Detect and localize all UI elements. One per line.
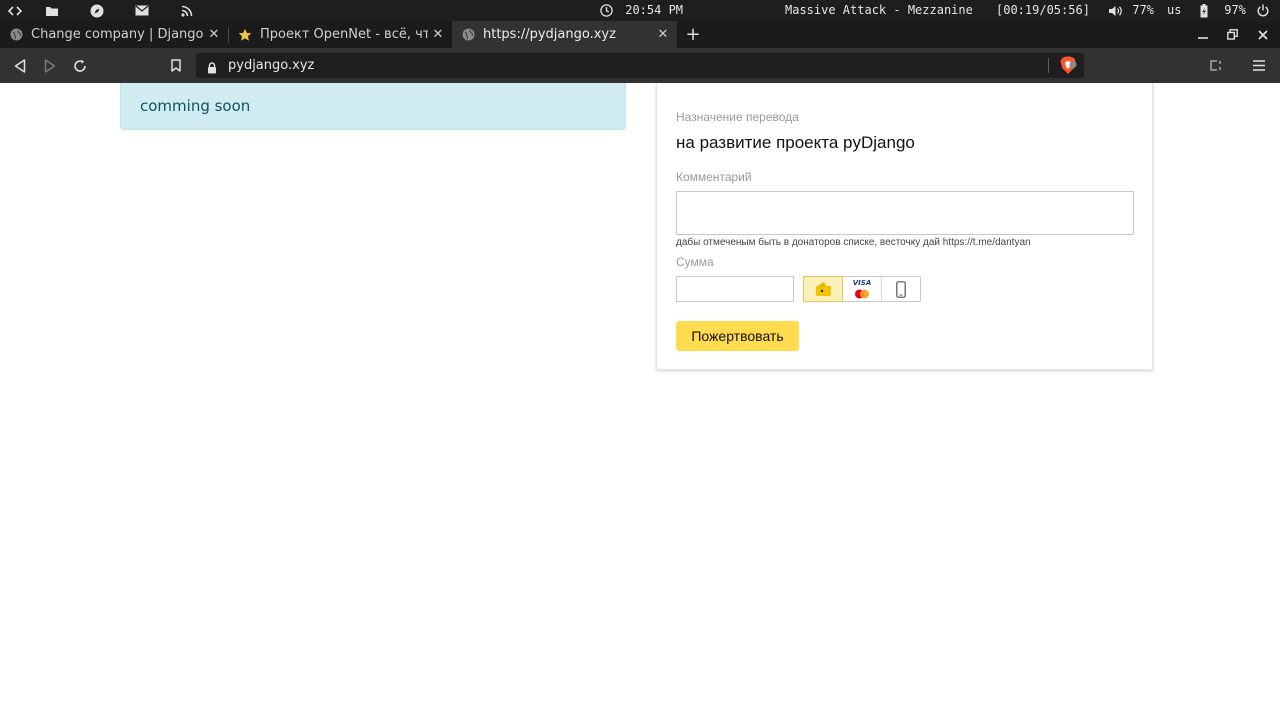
- clock-text: 20:54 PM: [625, 3, 684, 17]
- purpose-label: Назначение перевода: [676, 110, 799, 124]
- keyboard-layout-text[interactable]: us: [1167, 0, 1181, 21]
- close-tab-icon[interactable]: ✕: [428, 27, 448, 42]
- track-time-text: [00:19/05:56]: [996, 3, 1090, 17]
- speaker-icon: [1109, 5, 1122, 16]
- visa-logo: VISA: [852, 279, 872, 287]
- battery-widget[interactable]: 97%: [1200, 0, 1246, 21]
- payment-method-mobile[interactable]: [882, 277, 920, 301]
- alert-text: comming soon: [140, 97, 251, 115]
- system-top-bar: 20:54 PM Massive Attack - Mezzanine [00:…: [0, 0, 1280, 21]
- globe-icon: [9, 28, 23, 42]
- volume-text: 77%: [1132, 3, 1154, 17]
- card-brands: VISA: [853, 279, 871, 299]
- address-bar[interactable]: pydjango.xyz: [196, 53, 1084, 78]
- payment-method-selector: VISA: [803, 276, 921, 302]
- clock-widget[interactable]: 20:54 PM: [600, 0, 683, 21]
- close-tab-icon[interactable]: ✕: [204, 27, 224, 42]
- comment-label: Комментарий: [676, 170, 752, 184]
- extension-icon: [1210, 60, 1221, 71]
- payment-method-wallet[interactable]: [803, 276, 843, 302]
- now-playing-text[interactable]: Massive Attack - Mezzanine: [785, 0, 973, 21]
- close-icon: [1258, 29, 1268, 40]
- close-window-button[interactable]: [1248, 21, 1278, 48]
- extension-button[interactable]: [1204, 48, 1230, 83]
- close-tab-icon[interactable]: ✕: [653, 27, 673, 42]
- battery-charging-icon: [1200, 3, 1208, 17]
- tab-opennet[interactable]: Проект OpenNet - всё, что ✕: [229, 21, 452, 48]
- donate-button[interactable]: Пожертвовать: [676, 321, 799, 351]
- bookmark-button[interactable]: [163, 48, 189, 83]
- purpose-value: на развитие проекта pyDjango: [676, 133, 915, 152]
- tab-title: Проект OpenNet - всё, что: [260, 27, 428, 42]
- power-icon[interactable]: [1257, 0, 1269, 21]
- reload-icon: [74, 59, 86, 72]
- smartphone-icon: [896, 280, 906, 298]
- clock-icon: [600, 4, 613, 17]
- mastercard-logo: [854, 289, 869, 299]
- lock-icon[interactable]: [207, 59, 217, 78]
- tab-pydjango[interactable]: https://pydjango.xyz ✕: [452, 21, 677, 48]
- back-button[interactable]: [7, 48, 33, 83]
- restore-window-button[interactable]: [1217, 21, 1247, 48]
- mail-icon[interactable]: [135, 0, 149, 21]
- brave-shields-icon[interactable]: [1059, 56, 1077, 79]
- tab-change-company[interactable]: Change company | Django ✕: [0, 21, 228, 48]
- new-tab-button[interactable]: +: [682, 21, 704, 48]
- code-icon[interactable]: [8, 0, 22, 21]
- back-arrow-icon: [14, 58, 26, 73]
- address-bar-divider: [1048, 58, 1049, 73]
- minimize-window-button[interactable]: [1188, 21, 1218, 48]
- forward-button[interactable]: [37, 48, 63, 83]
- bookmark-icon: [171, 59, 181, 72]
- wallet-icon: [815, 282, 831, 296]
- menu-button[interactable]: [1246, 48, 1272, 83]
- url-text[interactable]: pydjango.xyz: [228, 53, 314, 78]
- forward-arrow-icon: [44, 58, 56, 73]
- tab-title: Change company | Django: [31, 27, 204, 42]
- restore-icon: [1226, 29, 1238, 40]
- coming-soon-alert: comming soon: [120, 83, 626, 130]
- comment-input[interactable]: [676, 191, 1134, 235]
- volume-widget[interactable]: 77%: [1108, 0, 1154, 21]
- donor-hint-text: дабы отмеченым быть в донаторов списке, …: [676, 237, 1031, 248]
- amount-label: Сумма: [676, 255, 714, 269]
- tab-title: https://pydjango.xyz: [483, 27, 616, 42]
- globe-icon: [461, 28, 475, 42]
- payment-method-card[interactable]: VISA: [843, 277, 882, 301]
- hamburger-menu-icon: [1253, 60, 1265, 71]
- compass-icon[interactable]: [90, 0, 104, 21]
- battery-text: 97%: [1224, 3, 1246, 17]
- minimize-icon: [1198, 36, 1208, 39]
- donation-form-card: Назначение перевода на развитие проекта …: [656, 83, 1153, 370]
- star-icon: [238, 28, 252, 42]
- folder-icon[interactable]: [45, 0, 59, 21]
- rss-icon[interactable]: [181, 0, 193, 21]
- amount-input[interactable]: [676, 276, 794, 302]
- reload-button[interactable]: [67, 48, 93, 83]
- tab-strip: Change company | Django ✕ Проект OpenNet…: [0, 21, 1280, 48]
